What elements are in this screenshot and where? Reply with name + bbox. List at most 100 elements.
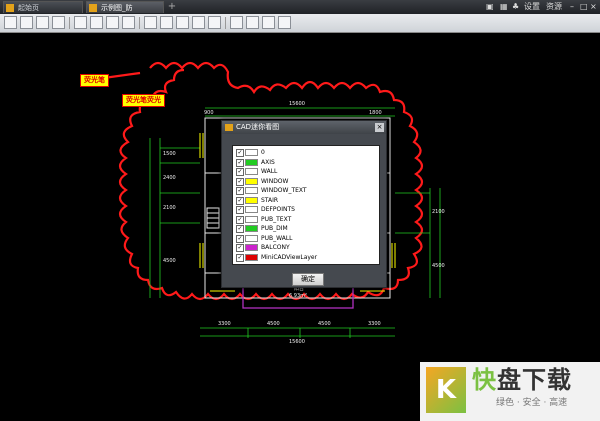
layer-list[interactable]: ✓ 0 ✓ AXIS ✓ WALL ✓ WINDOW ✓ WINDOW_TEXT ✓ STAIR ✓ DE…: [232, 145, 380, 265]
layer-checkbox[interactable]: ✓: [236, 196, 244, 205]
layer-color-swatch[interactable]: [245, 253, 258, 261]
measure-icon[interactable]: [230, 16, 243, 29]
close-button[interactable]: ×: [590, 0, 598, 14]
undo-icon[interactable]: [192, 16, 205, 29]
zoom-window-icon[interactable]: [122, 16, 135, 29]
layer-name: WALL: [261, 168, 278, 175]
dim-bottom-3: 4500: [318, 321, 331, 327]
save-icon[interactable]: [20, 16, 33, 29]
dim-top-left: 900: [204, 110, 214, 116]
layer-color-swatch[interactable]: [245, 149, 258, 156]
dialog-title-bar[interactable]: CAD迷你看图 ×: [222, 121, 386, 134]
ok-button[interactable]: 确定: [292, 273, 324, 286]
layer-color-swatch[interactable]: [245, 168, 258, 175]
layer-row[interactable]: ✓ DEFPOINTS: [233, 205, 379, 214]
watermark-logo: K: [426, 367, 466, 413]
layer-row[interactable]: ✓ PUB_DIM: [233, 224, 379, 233]
print-icon[interactable]: [36, 16, 49, 29]
layer-name: PUB_WALL: [261, 234, 293, 242]
layer-row[interactable]: ✓ PUB_WALL: [233, 234, 379, 243]
dim-bottom-1: 3300: [218, 321, 231, 327]
settings-link[interactable]: 设置: [524, 0, 544, 14]
layer-icon[interactable]: [262, 16, 275, 29]
area-icon[interactable]: [246, 16, 259, 29]
toolbar-divider: [69, 17, 70, 29]
tab-bar: 起始页 示例图_防7328.dwg + ▣ ▦ ♣ 设置 资源 – □ ×: [0, 0, 600, 24]
layer-name: WINDOW: [261, 177, 289, 185]
layer-row[interactable]: ✓ WINDOW: [233, 177, 379, 186]
layer-row[interactable]: ✓ BALCONY: [233, 243, 379, 252]
layer-checkbox[interactable]: ✓: [236, 187, 244, 195]
layer-checkbox[interactable]: ✓: [236, 177, 244, 186]
layer-checkbox[interactable]: ✓: [236, 244, 244, 252]
app-icon: [6, 4, 14, 12]
dim-top-total: 15600: [289, 101, 305, 107]
layer-color-swatch[interactable]: [245, 234, 258, 242]
app-icon: [225, 124, 233, 131]
layer-row[interactable]: ✓ MiniCADViewLayer: [233, 253, 379, 262]
layer-row[interactable]: ✓ WALL: [233, 167, 379, 176]
layer-row[interactable]: ✓ STAIR: [233, 196, 379, 205]
print-preview-icon[interactable]: [52, 16, 65, 29]
zoom-in-icon[interactable]: [90, 16, 103, 29]
markup-icon[interactable]: [176, 16, 189, 29]
layer-name: PUB_DIM: [261, 225, 288, 232]
layer-checkbox[interactable]: ✓: [236, 168, 244, 176]
layer-name: DEFPOINTS: [261, 206, 295, 213]
dim-bottom-total: 15600: [289, 339, 305, 345]
skin-icon[interactable]: ♣: [512, 0, 522, 14]
dialog-title: CAD迷你看图: [236, 123, 280, 131]
layer-checkbox[interactable]: ✓: [236, 149, 244, 157]
layer-checkbox[interactable]: ✓: [236, 215, 244, 224]
layer-checkbox[interactable]: ✓: [236, 158, 244, 167]
layer-color-swatch[interactable]: [245, 225, 258, 232]
redo-icon[interactable]: [208, 16, 221, 29]
layer-checkbox[interactable]: ✓: [236, 225, 244, 233]
layer-color-swatch[interactable]: [245, 196, 258, 204]
apps-icon[interactable]: ▦: [500, 0, 510, 14]
layer-name: AXIS: [261, 158, 275, 166]
layer-checkbox[interactable]: ✓: [236, 253, 244, 262]
watermark-title-2: 盘下载: [497, 366, 572, 394]
layer-name: PUB_TEXT: [261, 215, 292, 223]
dialog-close-button[interactable]: ×: [375, 123, 384, 132]
text-icon[interactable]: [144, 16, 157, 29]
dwg-file-icon: [89, 4, 97, 12]
layer-color-swatch[interactable]: [245, 244, 258, 251]
pan-icon[interactable]: [74, 16, 87, 29]
layer-row[interactable]: ✓ WINDOW_TEXT: [233, 186, 379, 195]
layer-row[interactable]: ✓ PUB_TEXT: [233, 215, 379, 224]
layer-color-swatch[interactable]: [245, 158, 258, 166]
restore-button[interactable]: □: [580, 0, 588, 14]
highlight-label-2[interactable]: 荧光笔荧光: [122, 94, 165, 107]
settings-icon[interactable]: [278, 16, 291, 29]
new-tab-button[interactable]: +: [166, 1, 178, 13]
layer-name: MiniCADViewLayer: [261, 253, 318, 261]
dim-top-right: 1800: [369, 110, 382, 116]
layer-color-swatch[interactable]: [245, 187, 258, 194]
minimize-button[interactable]: –: [570, 0, 578, 14]
resources-link[interactable]: 资源: [546, 0, 566, 14]
menu-icon[interactable]: ▣: [486, 0, 498, 14]
highlight-label-1[interactable]: 荧光笔: [80, 74, 109, 87]
layer-row[interactable]: ✓ 0: [233, 148, 379, 157]
dim-right-2: 4500: [432, 263, 445, 269]
watermark-slogan: 绿色 · 安全 · 高速: [496, 398, 568, 408]
layer-checkbox[interactable]: ✓: [236, 234, 244, 243]
open-icon[interactable]: [4, 16, 17, 29]
layer-color-swatch[interactable]: [245, 206, 258, 213]
pencil-icon[interactable]: [160, 16, 173, 29]
toolbar: [0, 14, 600, 33]
zoom-out-icon[interactable]: [106, 16, 119, 29]
layer-name: BALCONY: [261, 244, 290, 251]
layer-row[interactable]: ✓ AXIS: [233, 158, 379, 167]
toolbar-divider: [225, 17, 226, 29]
dim-left-3: 2100: [163, 205, 176, 211]
layer-checkbox[interactable]: ✓: [236, 206, 244, 214]
dim-bottom-4: 3300: [368, 321, 381, 327]
layer-color-swatch[interactable]: [245, 177, 258, 185]
layer-dialog: CAD迷你看图 × ✓ 0 ✓ AXIS ✓ WALL ✓ WINDOW ✓ WINDOW_TEX…: [221, 120, 387, 288]
tab-start-page[interactable]: 起始页: [3, 1, 83, 13]
layer-color-swatch[interactable]: [245, 215, 258, 223]
tab-drawing[interactable]: 示例图_防7328.dwg: [86, 1, 164, 24]
